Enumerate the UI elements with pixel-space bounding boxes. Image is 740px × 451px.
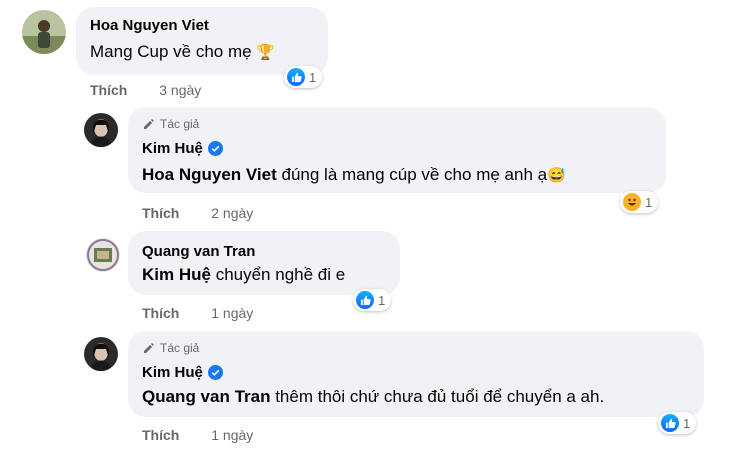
pencil-icon	[144, 343, 154, 353]
reaction-summary[interactable]: 1	[284, 66, 323, 88]
avatar-image	[84, 113, 118, 147]
reaction-count: 1	[309, 69, 317, 85]
comment-time[interactable]: 1 ngày	[211, 427, 253, 443]
verified-badge-icon	[207, 365, 223, 380]
comment-text: Kim Huệ chuyển nghề đi e	[142, 265, 345, 285]
like-reaction-icon	[661, 414, 679, 432]
comment-text: Hoa Nguyen Viet đúng là mang cúp về cho …	[142, 165, 566, 185]
comment-bubble: Quang van Tran Kim Huệ chuyển nghề đi e	[128, 231, 400, 295]
comment-body: đúng là mang cúp về cho mẹ anh ạ	[276, 165, 548, 184]
reaction-count: 1	[378, 292, 386, 308]
like-reaction-icon	[287, 68, 305, 86]
avatar-image	[86, 238, 120, 272]
reaction-count: 1	[683, 415, 691, 431]
comment-author[interactable]: Quang van Tran	[142, 243, 255, 260]
author-tag-label: Tác giả	[160, 117, 200, 131]
avatar-kim-hue[interactable]	[84, 337, 118, 371]
author-tag: Tác giả	[142, 117, 199, 131]
avatar-image	[84, 337, 118, 371]
author-name[interactable]: Kim Huệ	[142, 364, 203, 381]
haha-reaction-icon	[623, 193, 641, 211]
like-button[interactable]: Thích	[142, 427, 179, 443]
sweat-smile-emoji: 😅	[547, 167, 566, 184]
comment-meta: Thích 2 ngày	[142, 205, 253, 221]
reaction-summary[interactable]: 1	[658, 412, 697, 434]
comment-author[interactable]: Kim Huệ	[142, 364, 223, 381]
reaction-summary[interactable]: 1	[620, 191, 659, 213]
mention-link[interactable]: Kim Huệ	[142, 265, 211, 284]
author-name[interactable]: Hoa Nguyen Viet	[90, 17, 209, 34]
comment-time[interactable]: 3 ngày	[159, 82, 201, 98]
avatar-image	[22, 10, 66, 54]
avatar-quang-van-tran[interactable]	[86, 238, 120, 272]
avatar-hoa-nguyen-viet[interactable]	[22, 10, 66, 54]
comment-author[interactable]: Kim Huệ	[142, 140, 223, 157]
like-button[interactable]: Thích	[90, 82, 127, 98]
comment-bubble: Tác giả Kim Huệ Quang van Tran thêm thôi…	[128, 331, 704, 417]
pencil-icon	[144, 119, 154, 129]
like-button[interactable]: Thích	[142, 205, 179, 221]
reaction-summary[interactable]: 1	[353, 289, 392, 311]
comment-body: Mang Cup về cho mẹ	[90, 42, 252, 61]
comment-author[interactable]: Hoa Nguyen Viet	[90, 17, 209, 34]
comment-body: chuyển nghề đi e	[210, 265, 346, 284]
mention-link[interactable]: Quang van Tran	[142, 387, 270, 406]
reaction-count: 1	[645, 194, 653, 210]
comment-time[interactable]: 2 ngày	[211, 205, 253, 221]
author-name[interactable]: Quang van Tran	[142, 243, 255, 260]
comment-time[interactable]: 1 ngày	[211, 305, 253, 321]
comment-meta: Thích 3 ngày	[90, 82, 201, 98]
author-tag: Tác giả	[142, 341, 199, 355]
comment-bubble: Hoa Nguyen Viet Mang Cup về cho mẹ 🏆	[76, 7, 328, 75]
verified-badge-icon	[207, 141, 223, 156]
trophy-icon: 🏆	[256, 44, 276, 61]
comment-body: thêm thôi chứ chưa đủ tuổi để chuyển a a…	[270, 387, 605, 406]
author-name[interactable]: Kim Huệ	[142, 140, 203, 157]
avatar-kim-hue[interactable]	[84, 113, 118, 147]
comment-meta: Thích 1 ngày	[142, 305, 253, 321]
comment-meta: Thích 1 ngày	[142, 427, 253, 443]
comment-text: Mang Cup về cho mẹ 🏆	[90, 42, 275, 62]
comment-bubble: Tác giả Kim Huệ Hoa Nguyen Viet đúng là …	[128, 107, 666, 193]
mention-link[interactable]: Hoa Nguyen Viet	[142, 165, 277, 184]
author-tag-label: Tác giả	[160, 341, 200, 355]
like-reaction-icon	[356, 291, 374, 309]
like-button[interactable]: Thích	[142, 305, 179, 321]
comment-text: Quang van Tran thêm thôi chứ chưa đủ tuổ…	[142, 387, 604, 407]
